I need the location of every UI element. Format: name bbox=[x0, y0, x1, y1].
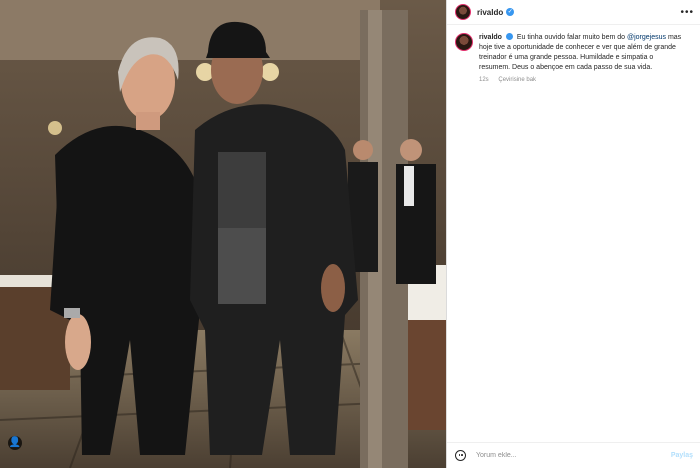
translate-link[interactable]: Çevirisine bak bbox=[498, 77, 536, 83]
username-link[interactable]: rivaldo bbox=[477, 8, 503, 17]
caption-username[interactable]: rivaldo bbox=[479, 34, 502, 41]
emoji-icon[interactable] bbox=[455, 450, 466, 461]
caption-avatar[interactable] bbox=[455, 33, 473, 51]
verified-badge-icon: ✓ bbox=[506, 8, 515, 16]
post-time: 12s bbox=[479, 77, 489, 83]
post-sidebar: rivaldo ✓ ••• rivaldo Eu tinha ouvido fa… bbox=[446, 0, 700, 468]
post-photo[interactable]: 👤 bbox=[0, 0, 446, 468]
caption: rivaldo Eu tinha ouvido falar muito bem … bbox=[447, 25, 700, 85]
comment-bar: Paylaş bbox=[447, 442, 700, 468]
verified-badge-icon bbox=[505, 33, 513, 40]
caption-mention-link[interactable]: @jorgejesus bbox=[627, 34, 666, 41]
caption-meta: 12s Çevirisine bak bbox=[479, 75, 684, 85]
comment-input[interactable] bbox=[474, 451, 671, 460]
caption-body: rivaldo Eu tinha ouvido falar muito bem … bbox=[479, 33, 684, 85]
caption-text-before: Eu tinha ouvido falar muito bem do bbox=[516, 34, 627, 41]
more-options-icon[interactable]: ••• bbox=[680, 7, 694, 18]
post-header: rivaldo ✓ ••• bbox=[447, 0, 700, 25]
photo-scene bbox=[0, 0, 446, 468]
avatar[interactable] bbox=[455, 4, 471, 20]
person-tag-icon[interactable]: 👤 bbox=[8, 436, 22, 450]
post-comment-button[interactable]: Paylaş bbox=[671, 452, 693, 459]
